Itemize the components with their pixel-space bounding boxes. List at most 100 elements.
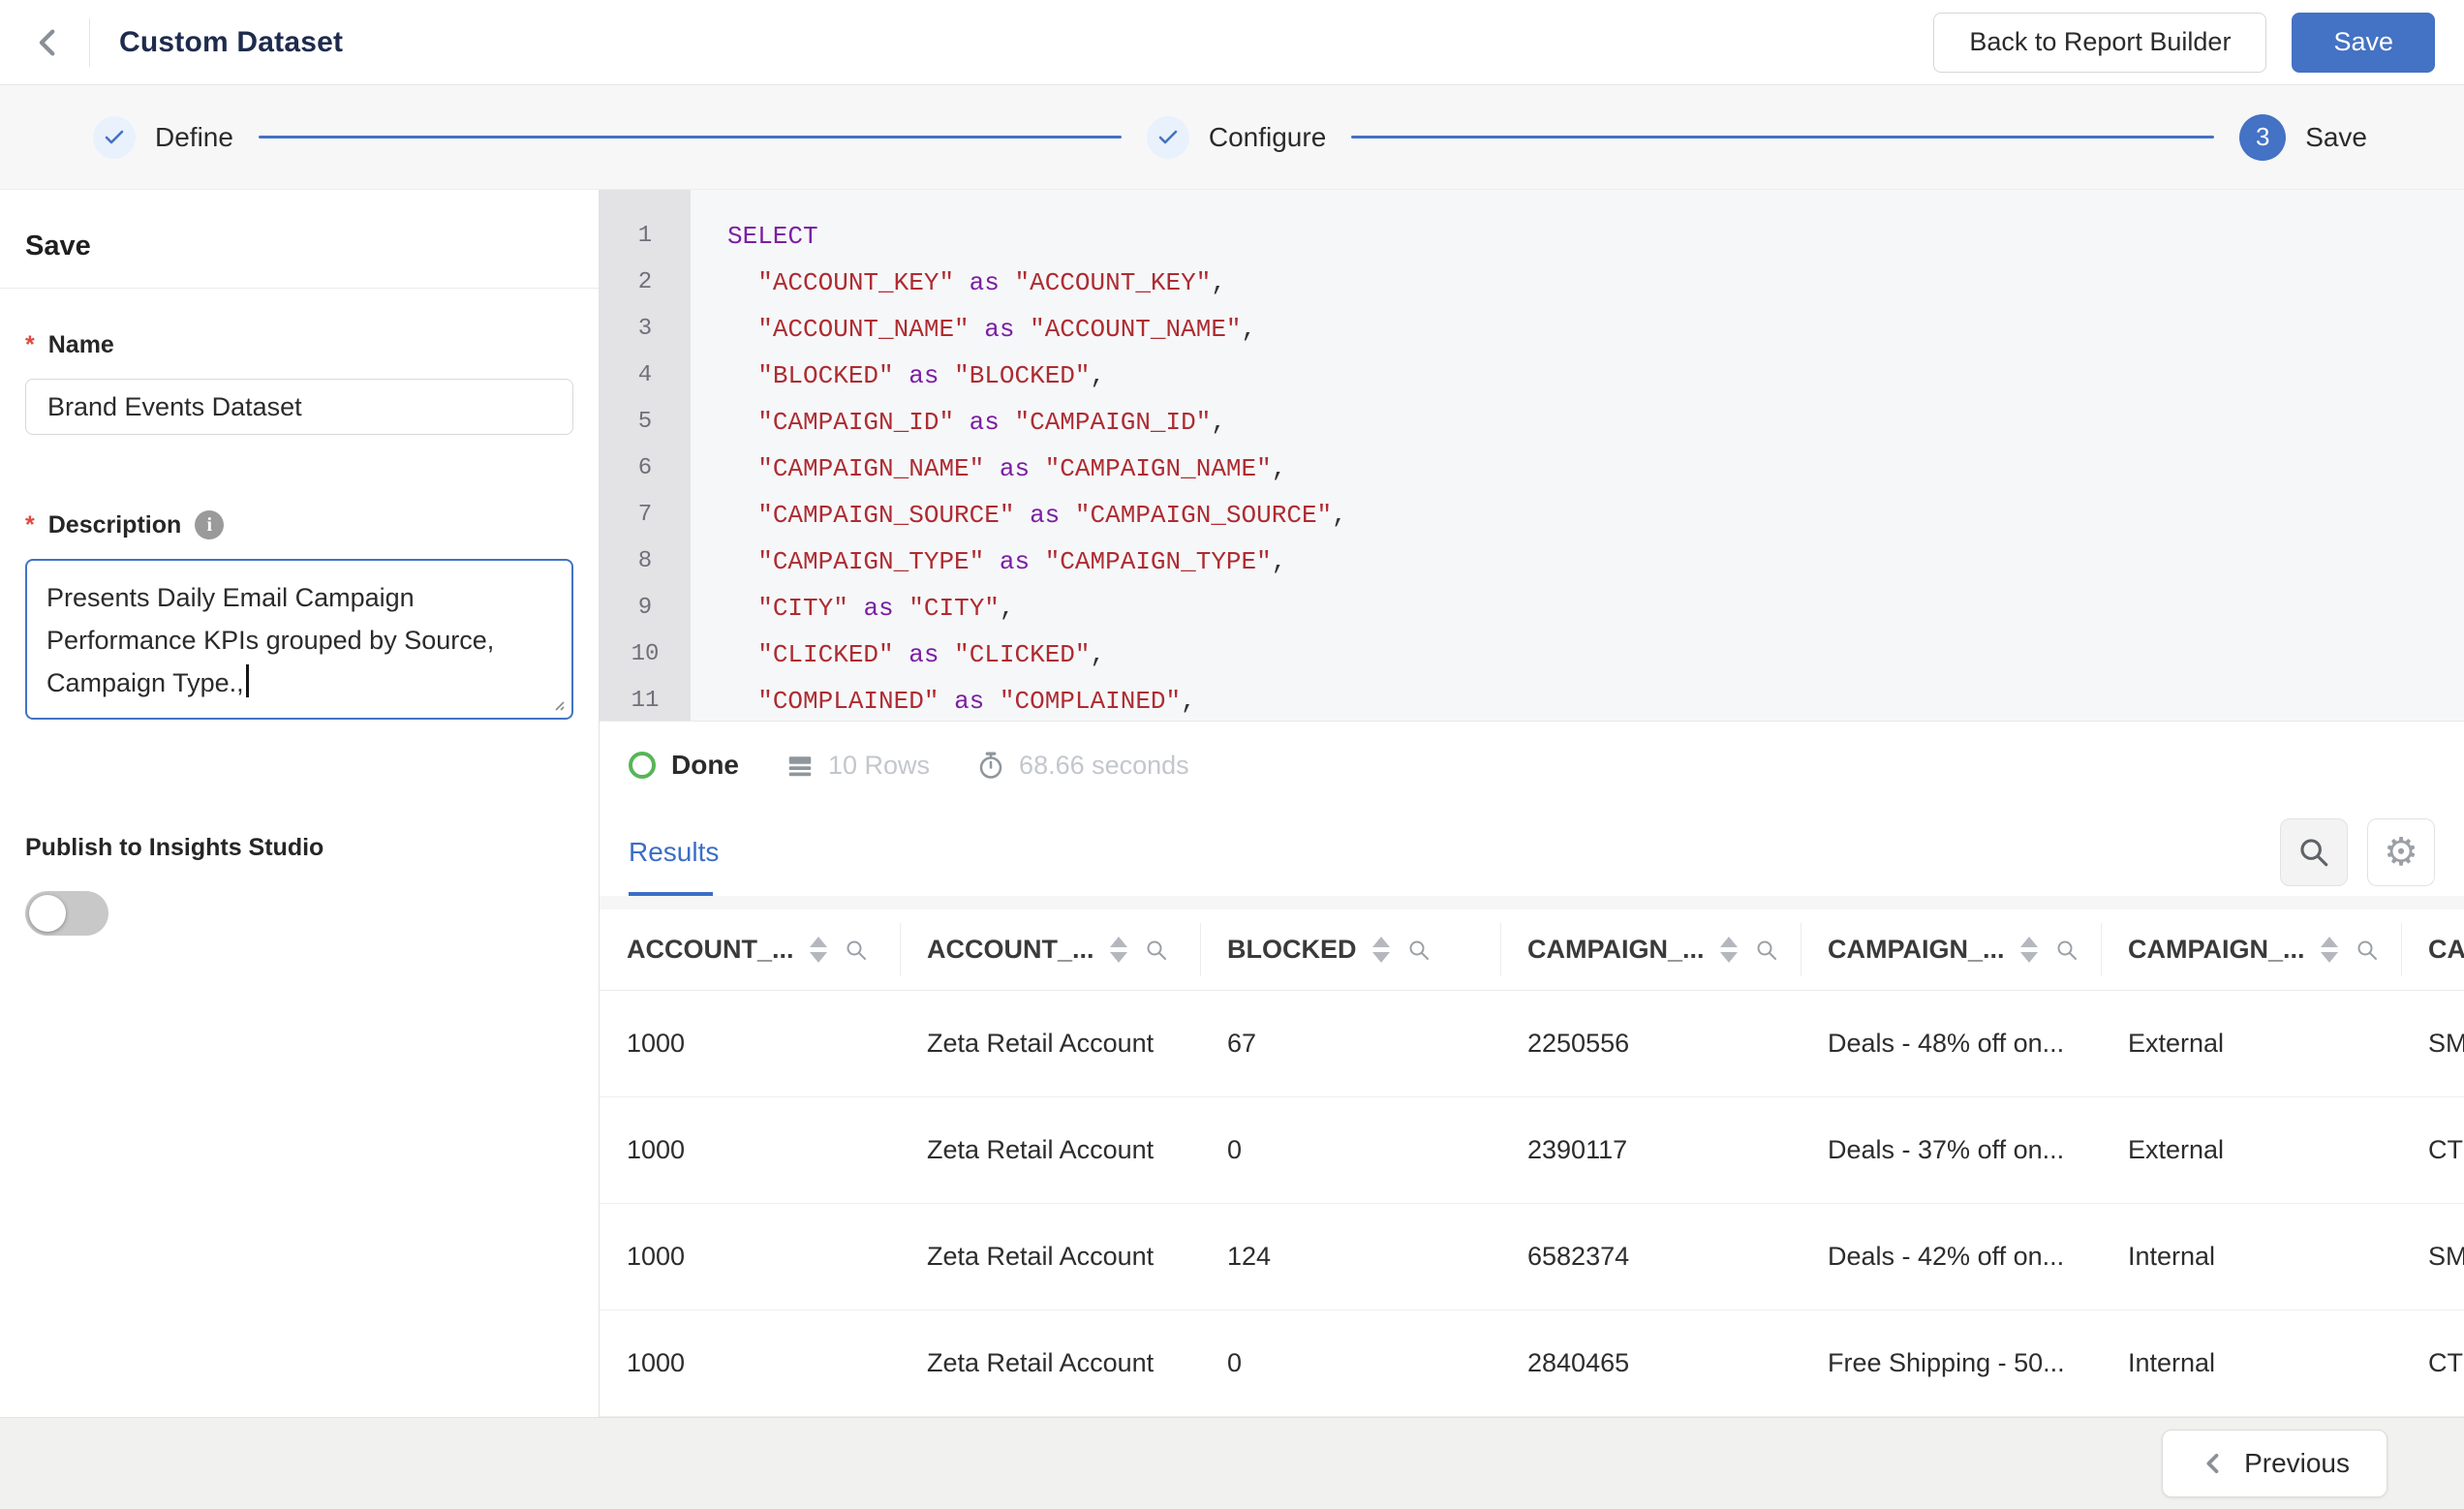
sql-code-line[interactable]: "CLICKED" as "CLICKED", bbox=[727, 631, 2464, 678]
sql-code-line[interactable]: "ACCOUNT_NAME" as "ACCOUNT_NAME", bbox=[727, 306, 2464, 353]
column-header-label: CAMPAIGN_... bbox=[2128, 935, 2305, 965]
table-cell: 2250556 bbox=[1500, 1029, 1801, 1059]
column-search-icon[interactable] bbox=[2356, 939, 2379, 962]
table-header-row: ACCOUNT_... ACCOUNT_... BLOCKED CAMPAIGN_..… bbox=[600, 909, 2464, 991]
step-number-badge: 3 bbox=[2239, 114, 2286, 161]
table-cell: 1000 bbox=[600, 1029, 900, 1059]
wizard-footer: Previous bbox=[0, 1417, 2464, 1509]
line-number: 9 bbox=[600, 585, 691, 631]
table-row[interactable]: 1000Zeta Retail Account672250556Deals - … bbox=[600, 991, 2464, 1097]
table-cell: SM bbox=[2401, 1029, 2464, 1059]
column-search-icon[interactable] bbox=[1407, 939, 1431, 962]
column-header[interactable]: BLOCKED bbox=[1200, 909, 1500, 990]
table-cell: Internal bbox=[2101, 1348, 2401, 1378]
sql-code-line[interactable]: "CITY" as "CITY", bbox=[727, 585, 2464, 631]
name-input[interactable]: Brand Events Dataset bbox=[25, 379, 573, 435]
tab-results[interactable]: Results bbox=[629, 809, 719, 896]
table-cell: Deals - 37% off on... bbox=[1801, 1135, 2101, 1165]
save-button[interactable]: Save bbox=[2292, 13, 2435, 73]
sort-arrows-icon[interactable] bbox=[2321, 937, 2338, 963]
column-header-label: CA bbox=[2428, 935, 2464, 965]
column-header[interactable]: ACCOUNT_... bbox=[900, 909, 1200, 990]
chevron-left-icon bbox=[2200, 1450, 2227, 1477]
column-search-icon[interactable] bbox=[845, 939, 868, 962]
wizard-stepper: Define Configure 3 Save bbox=[0, 85, 2464, 190]
column-header[interactable]: ACCOUNT_... bbox=[600, 909, 900, 990]
stopwatch-icon bbox=[976, 751, 1005, 780]
table-cell: 1000 bbox=[600, 1242, 900, 1272]
done-status-label: Done bbox=[671, 750, 739, 781]
check-icon bbox=[1147, 116, 1189, 159]
line-number: 10 bbox=[600, 631, 691, 678]
table-row[interactable]: 1000Zeta Retail Account1246582374Deals -… bbox=[600, 1204, 2464, 1310]
name-field-label: Name bbox=[25, 331, 573, 359]
column-header[interactable]: CAMPAIGN_... bbox=[1500, 909, 1801, 990]
table-cell: Zeta Retail Account bbox=[900, 1348, 1200, 1378]
table-cell: Zeta Retail Account bbox=[900, 1242, 1200, 1272]
step-label: Save bbox=[2305, 122, 2367, 153]
sql-code-line[interactable]: "CAMPAIGN_TYPE" as "CAMPAIGN_TYPE", bbox=[727, 539, 2464, 585]
toggle-knob bbox=[29, 895, 66, 932]
divider bbox=[89, 18, 90, 67]
back-button[interactable] bbox=[27, 21, 70, 64]
description-value: Presents Daily Email Campaign Performanc… bbox=[46, 583, 494, 697]
stepper-connector bbox=[259, 136, 1122, 139]
table-cell: External bbox=[2101, 1029, 2401, 1059]
step-save[interactable]: 3 Save bbox=[2239, 114, 2367, 161]
text-caret bbox=[246, 664, 249, 697]
sort-arrows-icon[interactable] bbox=[2020, 937, 2038, 963]
table-rows-icon bbox=[785, 751, 815, 780]
sql-code-line[interactable]: SELECT bbox=[727, 213, 2464, 260]
sort-arrows-icon[interactable] bbox=[810, 937, 827, 963]
table-cell: Deals - 42% off on... bbox=[1801, 1242, 2101, 1272]
column-search-icon[interactable] bbox=[1755, 939, 1778, 962]
sql-editor[interactable]: 1234567891011 SELECT "ACCOUNT_KEY" as "A… bbox=[600, 190, 2464, 722]
column-header[interactable]: CAMPAIGN_... bbox=[1801, 909, 2101, 990]
previous-button[interactable]: Previous bbox=[2162, 1430, 2387, 1497]
column-header-label: ACCOUNT_... bbox=[927, 935, 1094, 965]
sort-arrows-icon[interactable] bbox=[1372, 937, 1390, 963]
results-tab-bar: Results ⚙ bbox=[600, 809, 2464, 896]
stepper-connector bbox=[1351, 136, 2214, 139]
divider bbox=[600, 896, 2464, 909]
sql-code-line[interactable]: "CAMPAIGN_SOURCE" as "CAMPAIGN_SOURCE", bbox=[727, 492, 2464, 539]
step-configure[interactable]: Configure bbox=[1147, 116, 1326, 159]
sql-code[interactable]: SELECT "ACCOUNT_KEY" as "ACCOUNT_KEY", "… bbox=[691, 190, 2464, 721]
back-to-report-builder-button[interactable]: Back to Report Builder bbox=[1933, 13, 2266, 73]
step-define[interactable]: Define bbox=[93, 116, 233, 159]
description-textarea[interactable]: Presents Daily Email Campaign Performanc… bbox=[25, 559, 573, 720]
sql-code-line[interactable]: "CAMPAIGN_ID" as "CAMPAIGN_ID", bbox=[727, 399, 2464, 446]
table-cell: 1000 bbox=[600, 1348, 900, 1378]
sql-code-line[interactable]: "BLOCKED" as "BLOCKED", bbox=[727, 353, 2464, 399]
table-row[interactable]: 1000Zeta Retail Account02840465Free Ship… bbox=[600, 1310, 2464, 1417]
save-sidebar: Save Name Brand Events Dataset Descripti… bbox=[0, 190, 600, 1417]
column-search-icon[interactable] bbox=[1145, 939, 1168, 962]
step-label: Define bbox=[155, 122, 233, 153]
sort-arrows-icon[interactable] bbox=[1720, 937, 1738, 963]
table-cell: CT bbox=[2401, 1135, 2464, 1165]
query-status-bar: Done 10 Rows 68.66 seconds bbox=[600, 722, 2464, 809]
table-row[interactable]: 1000Zeta Retail Account02390117Deals - 3… bbox=[600, 1097, 2464, 1204]
publish-toggle[interactable] bbox=[25, 891, 108, 936]
column-search-icon[interactable] bbox=[2055, 939, 2079, 962]
table-cell: SM bbox=[2401, 1242, 2464, 1272]
column-header[interactable]: CA bbox=[2401, 909, 2464, 990]
magnifier-icon bbox=[2297, 836, 2330, 869]
table-cell: 1000 bbox=[600, 1135, 900, 1165]
name-label-text: Name bbox=[48, 331, 114, 359]
sort-arrows-icon[interactable] bbox=[1110, 937, 1127, 963]
results-table: ACCOUNT_... ACCOUNT_... BLOCKED CAMPAIGN_..… bbox=[600, 909, 2464, 1417]
search-results-button[interactable] bbox=[2280, 818, 2348, 886]
sql-code-line[interactable]: "ACCOUNT_KEY" as "ACCOUNT_KEY", bbox=[727, 260, 2464, 306]
row-count: 10 Rows bbox=[785, 751, 930, 781]
table-cell: Free Shipping - 50... bbox=[1801, 1348, 2101, 1378]
column-header[interactable]: CAMPAIGN_... bbox=[2101, 909, 2401, 990]
sql-code-line[interactable]: "CAMPAIGN_NAME" as "CAMPAIGN_NAME", bbox=[727, 446, 2464, 492]
table-settings-button[interactable]: ⚙ bbox=[2367, 818, 2435, 886]
info-icon[interactable]: i bbox=[195, 510, 224, 539]
column-header-label: CAMPAIGN_... bbox=[1527, 935, 1705, 965]
line-number: 1 bbox=[600, 213, 691, 260]
row-count-text: 10 Rows bbox=[828, 751, 930, 781]
sql-code-line[interactable]: "COMPLAINED" as "COMPLAINED", bbox=[727, 678, 2464, 722]
resize-handle-icon[interactable] bbox=[550, 696, 566, 712]
